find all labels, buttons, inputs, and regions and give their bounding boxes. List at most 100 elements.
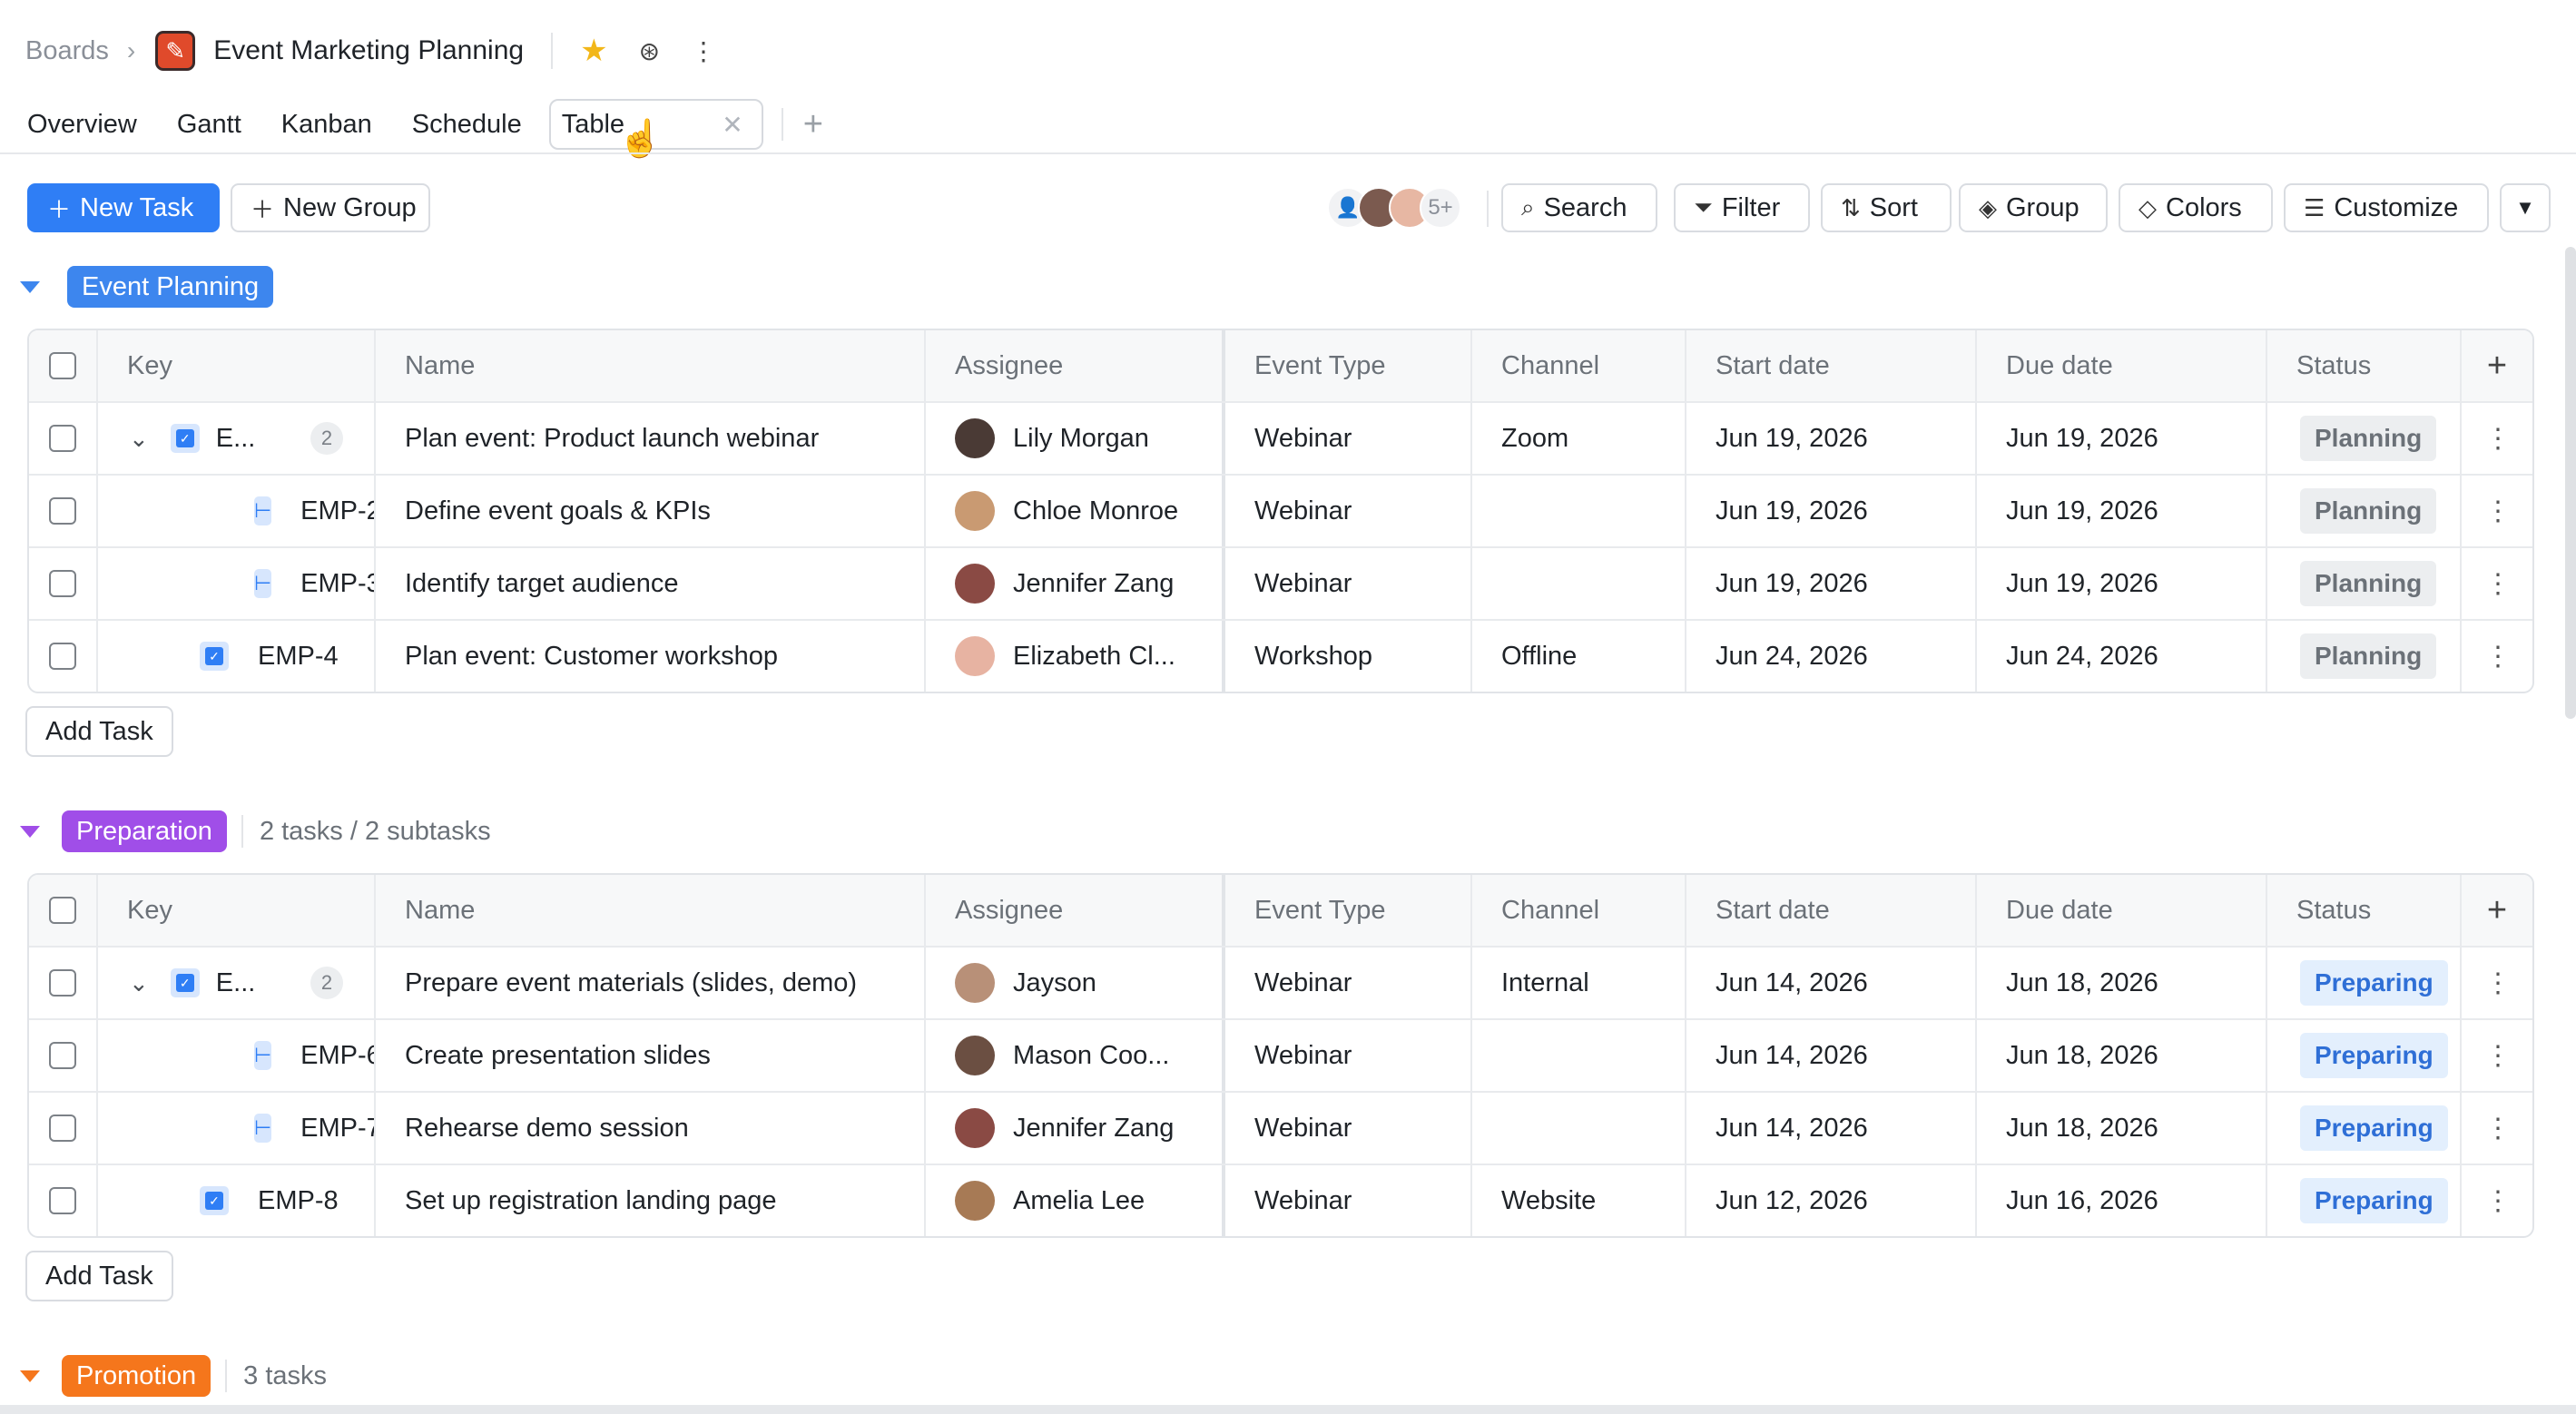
select-all-checkbox[interactable] — [29, 330, 98, 401]
table-row[interactable]: ⊢ EMP-7 Rehearse demo session Jennifer Z… — [29, 1091, 2532, 1164]
channel-cell[interactable]: Website — [1472, 1165, 1686, 1236]
filter-button[interactable]: ⏷ Filter — [1674, 183, 1810, 232]
table-row[interactable]: ✓ EMP-4 Plan event: Customer workshop El… — [29, 619, 2532, 692]
customize-button[interactable]: ☰ Customize — [2284, 183, 2489, 232]
chevron-down-icon[interactable]: ⌄ — [129, 969, 149, 997]
group-pill[interactable]: Promotion — [62, 1355, 211, 1397]
row-checkbox[interactable] — [29, 621, 98, 692]
add-task-button[interactable]: Add Task — [25, 706, 173, 757]
sort-button[interactable]: ⇅ Sort — [1821, 183, 1952, 232]
task-key[interactable]: E... — [216, 968, 256, 998]
column-header-status[interactable]: Status — [2267, 875, 2462, 946]
column-header-event-type[interactable]: Event Type — [1225, 330, 1472, 401]
row-actions[interactable]: ⋮ — [2462, 548, 2532, 619]
column-header-start-date[interactable]: Start date — [1686, 330, 1977, 401]
task-name[interactable]: Identify target audience — [376, 548, 926, 619]
group-pill[interactable]: Event Planning — [67, 266, 274, 308]
status-cell[interactable]: Preparing — [2267, 1020, 2462, 1091]
table-row[interactable]: ⌄ ✓ E... 2 Plan event: Product launch we… — [29, 401, 2532, 474]
tab-overview[interactable]: Overview — [27, 110, 137, 140]
new-task-button[interactable]: ＋ New Task — [27, 183, 220, 232]
channel-cell[interactable]: Internal — [1472, 948, 1686, 1018]
checkbox[interactable] — [49, 643, 76, 670]
more-vertical-icon[interactable]: ⋮ — [2484, 967, 2512, 999]
row-actions[interactable]: ⋮ — [2462, 621, 2532, 692]
task-key[interactable]: EMP-6 — [300, 1041, 374, 1071]
checkbox[interactable] — [49, 1042, 76, 1069]
due-date-cell[interactable]: Jun 18, 2026 — [1977, 1020, 2267, 1091]
column-header-channel[interactable]: Channel — [1472, 875, 1686, 946]
assignee-cell[interactable]: Chloe Monroe — [926, 476, 1225, 546]
status-cell[interactable]: Preparing — [2267, 1093, 2462, 1164]
start-date-cell[interactable]: Jun 24, 2026 — [1686, 621, 1977, 692]
new-group-button[interactable]: ＋ New Group — [231, 183, 430, 232]
add-column-button[interactable]: + — [2462, 330, 2532, 401]
table-row[interactable]: ✓ EMP-8 Set up registration landing page… — [29, 1164, 2532, 1236]
event-type-cell[interactable]: Webinar — [1225, 1165, 1472, 1236]
event-type-cell[interactable]: Webinar — [1225, 548, 1472, 619]
row-actions[interactable]: ⋮ — [2462, 403, 2532, 474]
assignee-cell[interactable]: Jayson — [926, 948, 1225, 1018]
task-name[interactable]: Create presentation slides — [376, 1020, 926, 1091]
row-actions[interactable]: ⋮ — [2462, 1165, 2532, 1236]
add-view-icon[interactable]: + — [803, 105, 823, 144]
channel-cell[interactable]: Offline — [1472, 621, 1686, 692]
status-cell[interactable]: Preparing — [2267, 1165, 2462, 1236]
task-name[interactable]: Plan event: Customer workshop — [376, 621, 926, 692]
collapse-caret-icon[interactable] — [20, 825, 40, 838]
start-date-cell[interactable]: Jun 19, 2026 — [1686, 403, 1977, 474]
task-key[interactable]: EMP-2 — [300, 496, 374, 526]
checkbox[interactable] — [49, 969, 76, 997]
table-row[interactable]: ⊢ EMP-2 Define event goals & KPIs Chloe … — [29, 474, 2532, 546]
start-date-cell[interactable]: Jun 14, 2026 — [1686, 1020, 1977, 1091]
row-checkbox[interactable] — [29, 1165, 98, 1236]
row-checkbox[interactable] — [29, 948, 98, 1018]
checkbox[interactable] — [49, 570, 76, 597]
row-checkbox[interactable] — [29, 1093, 98, 1164]
task-key[interactable]: EMP-8 — [258, 1186, 339, 1216]
search-button[interactable]: ⌕ Search — [1501, 183, 1657, 232]
column-header-assignee[interactable]: Assignee — [926, 330, 1225, 401]
more-vertical-icon[interactable]: ⋮ — [2484, 1113, 2512, 1144]
start-date-cell[interactable]: Jun 12, 2026 — [1686, 1165, 1977, 1236]
more-options-button[interactable]: ▼ — [2500, 183, 2551, 232]
column-header-event-type[interactable]: Event Type — [1225, 875, 1472, 946]
row-checkbox[interactable] — [29, 476, 98, 546]
add-column-button[interactable]: + — [2462, 875, 2532, 946]
more-vertical-icon[interactable]: ⋮ — [691, 36, 716, 66]
column-header-key[interactable]: Key — [98, 875, 376, 946]
event-type-cell[interactable]: Webinar — [1225, 948, 1472, 1018]
colors-button[interactable]: ◇ Colors — [2119, 183, 2273, 232]
breadcrumb-boards-link[interactable]: Boards — [25, 36, 109, 66]
group-button[interactable]: ◈ Group — [1959, 183, 2108, 232]
table-row[interactable]: ⊢ EMP-6 Create presentation slides Mason… — [29, 1018, 2532, 1091]
task-name[interactable]: Prepare event materials (slides, demo) — [376, 948, 926, 1018]
channel-cell[interactable] — [1472, 476, 1686, 546]
table-row[interactable]: ⊢ EMP-3 Identify target audience Jennife… — [29, 546, 2532, 619]
chevron-down-icon[interactable]: ⌄ — [129, 425, 149, 453]
due-date-cell[interactable]: Jun 18, 2026 — [1977, 948, 2267, 1018]
row-checkbox[interactable] — [29, 403, 98, 474]
checkbox[interactable] — [49, 1187, 76, 1214]
row-checkbox[interactable] — [29, 548, 98, 619]
watch-icon[interactable]: ⊛ — [639, 36, 660, 66]
select-all-checkbox[interactable] — [29, 875, 98, 946]
more-vertical-icon[interactable]: ⋮ — [2484, 568, 2512, 600]
event-type-cell[interactable]: Webinar — [1225, 1093, 1472, 1164]
due-date-cell[interactable]: Jun 19, 2026 — [1977, 403, 2267, 474]
more-vertical-icon[interactable]: ⋮ — [2484, 1185, 2512, 1217]
row-checkbox[interactable] — [29, 1020, 98, 1091]
column-header-name[interactable]: Name — [376, 330, 926, 401]
row-actions[interactable]: ⋮ — [2462, 476, 2532, 546]
start-date-cell[interactable]: Jun 19, 2026 — [1686, 548, 1977, 619]
column-header-status[interactable]: Status — [2267, 330, 2462, 401]
status-cell[interactable]: Planning — [2267, 621, 2462, 692]
event-type-cell[interactable]: Workshop — [1225, 621, 1472, 692]
assignee-cell[interactable]: Mason Coo... — [926, 1020, 1225, 1091]
status-cell[interactable]: Planning — [2267, 476, 2462, 546]
add-task-button[interactable]: Add Task — [25, 1251, 173, 1301]
tab-gantt[interactable]: Gantt — [177, 110, 241, 140]
star-icon[interactable]: ★ — [580, 33, 607, 69]
tab-schedule[interactable]: Schedule — [412, 110, 522, 140]
task-name[interactable]: Set up registration landing page — [376, 1165, 926, 1236]
